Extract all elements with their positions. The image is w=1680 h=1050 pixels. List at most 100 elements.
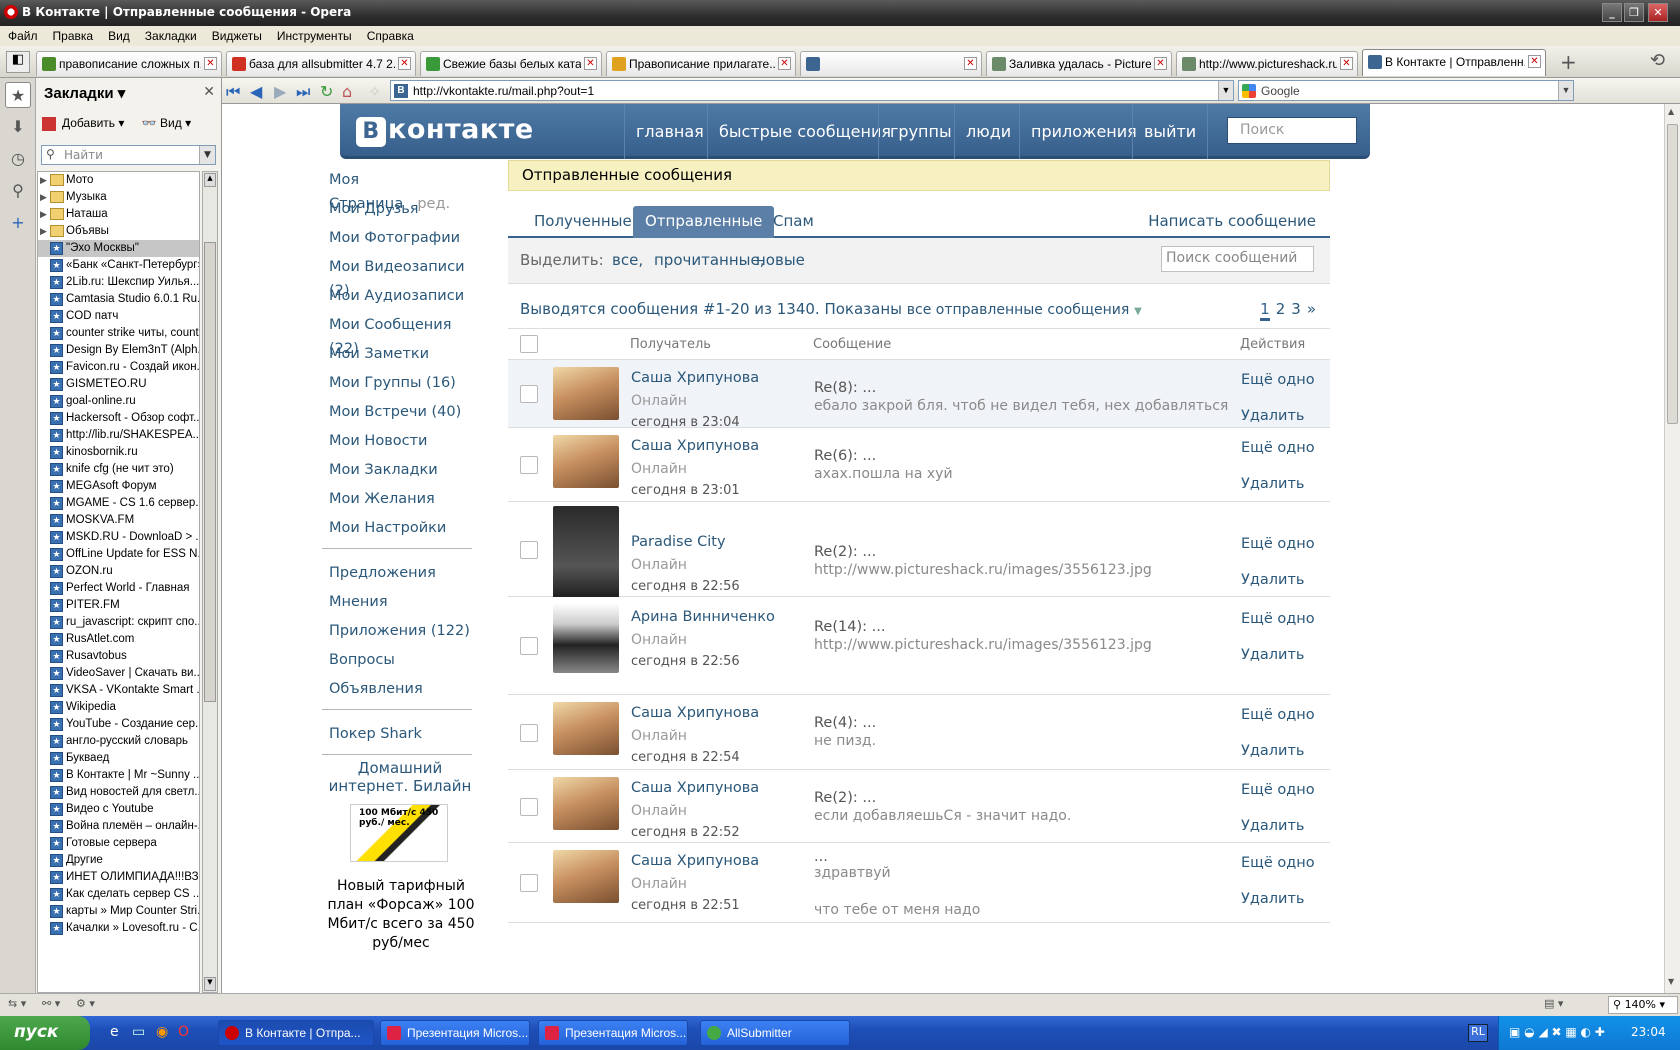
recipient-name[interactable]: Саша Хрипунова bbox=[631, 438, 759, 454]
search-engine-field[interactable]: Google ▼ bbox=[1238, 80, 1574, 101]
bookmark-item[interactable]: ★ YouTube - Создание сер... bbox=[38, 716, 199, 733]
bookmark-item[interactable]: ★ ИНЕТ ОЛИМПИАДА!!!ВЗ... bbox=[38, 869, 199, 886]
another-message-link[interactable]: Ещё одно bbox=[1241, 440, 1315, 456]
scroll-down-arrow[interactable]: ▼ bbox=[204, 977, 216, 991]
browser-tab[interactable]: В Контакте | Отправленн... ✕ bbox=[1362, 49, 1546, 76]
edit-link[interactable]: ред. bbox=[417, 196, 450, 212]
expand-arrow-icon[interactable]: ▶ bbox=[40, 206, 47, 223]
bookmark-item[interactable]: ★ goal-online.ru bbox=[38, 393, 199, 410]
bookmark-item[interactable]: ★ COD патч bbox=[38, 308, 199, 325]
scroll-down-arrow[interactable]: ▼ bbox=[1668, 977, 1674, 986]
delete-link[interactable]: Удалить bbox=[1241, 818, 1304, 834]
bookmark-item[interactable]: ★ http://lib.ru/SHAKESPEA... bbox=[38, 427, 199, 444]
close-tab-icon[interactable]: ✕ bbox=[584, 57, 597, 70]
menu-edit[interactable]: Правка bbox=[45, 26, 101, 43]
ad-title[interactable]: Домашний интернет. Билайн bbox=[322, 759, 478, 795]
bookmark-item[interactable]: ★ knife cfg (не чит это) bbox=[38, 461, 199, 478]
scroll-up-arrow[interactable]: ▲ bbox=[204, 173, 216, 187]
settings-icon[interactable]: ⚙ ▾ bbox=[76, 997, 95, 1010]
bookmark-item[interactable]: ★ Букваед bbox=[38, 750, 199, 767]
left-menu-item[interactable]: Мои Друзья bbox=[329, 197, 479, 226]
table-row[interactable]: Саша Хрипунова Онлайн сегодня в 23:01 Re(6)… bbox=[508, 428, 1330, 502]
left-menu-item[interactable]: Мои Новости bbox=[329, 429, 479, 458]
bookmark-item[interactable]: ★ Видео с Youtube bbox=[38, 801, 199, 818]
recipient-name[interactable]: Саша Хрипунова bbox=[631, 780, 759, 796]
view-mode-icon[interactable]: ▤ ▾ bbox=[1544, 997, 1563, 1010]
browser-tab[interactable]: правописание сложных п... ✕ bbox=[36, 51, 222, 76]
close-button[interactable]: ✕ bbox=[1648, 3, 1668, 22]
message-body-line2[interactable]: что тебе от меня надо bbox=[814, 902, 980, 918]
row-checkbox[interactable] bbox=[520, 637, 538, 655]
bookmark-item[interactable]: ★ «Банк «Санкт-Петербург» bbox=[38, 257, 199, 274]
close-icon[interactable]: ✕ bbox=[203, 84, 215, 100]
left-menu-item[interactable]: Моя Страница ред. bbox=[329, 168, 479, 212]
bookmark-item[interactable]: ★ Camtasia Studio 6.0.1 Ru... bbox=[38, 291, 199, 308]
message-subject[interactable]: Re(2): ... bbox=[814, 544, 876, 560]
bookmark-item[interactable]: ★ counter strike читы, count... bbox=[38, 325, 199, 342]
filter-new-link[interactable]: новые bbox=[756, 251, 805, 269]
message-subject[interactable]: Re(2): ... bbox=[814, 790, 876, 806]
bookmark-item[interactable]: ★ MOSKVA.FM bbox=[38, 512, 199, 529]
bookmarks-scrollbar[interactable]: ▲ ▼ bbox=[202, 171, 218, 993]
avatar[interactable] bbox=[553, 506, 619, 606]
fast-forward-icon[interactable]: ⏭ bbox=[296, 82, 310, 102]
bookmark-item[interactable]: ★ Rusavtobus bbox=[38, 648, 199, 665]
nav-people[interactable]: люди bbox=[954, 104, 1022, 159]
another-message-link[interactable]: Ещё одно bbox=[1241, 611, 1315, 627]
bookmark-item[interactable]: ★ OffLine Update for ESS N... bbox=[38, 546, 199, 563]
bookmark-item[interactable]: ★ Favicon.ru - Создай икон... bbox=[38, 359, 199, 376]
select-all-checkbox[interactable] bbox=[520, 335, 538, 353]
task-allsubmitter[interactable]: AllSubmitter bbox=[700, 1020, 850, 1046]
back-icon[interactable]: ◀ bbox=[250, 82, 262, 101]
avatar[interactable] bbox=[553, 435, 619, 488]
message-subject[interactable]: Re(14): ... bbox=[814, 619, 885, 635]
another-message-link[interactable]: Ещё одно bbox=[1241, 372, 1315, 388]
filter-all-link[interactable]: все, bbox=[612, 251, 643, 269]
another-message-link[interactable]: Ещё одно bbox=[1241, 707, 1315, 723]
page-1[interactable]: 1 bbox=[1260, 300, 1270, 321]
message-search-input[interactable]: Поиск сообщений bbox=[1161, 246, 1314, 272]
chevron-down-icon[interactable]: ▼ bbox=[1558, 81, 1573, 100]
message-body[interactable]: http://www.pictureshack.ru/images/355612… bbox=[814, 562, 1152, 578]
table-row[interactable]: Арина Винниченко Онлайн сегодня в 22:56 Re(… bbox=[508, 597, 1330, 695]
bookmark-item[interactable]: ★ карты » Мир Counter Stri... bbox=[38, 903, 199, 920]
message-subject[interactable]: Re(6): ... bbox=[814, 448, 876, 464]
traffic-icon[interactable]: ⇆ ▾ bbox=[8, 997, 26, 1010]
counter-filter-dropdown[interactable]: все отправленные сообщения bbox=[907, 302, 1130, 318]
left-menu-item[interactable]: Мои Аудиозаписи bbox=[329, 284, 479, 313]
view-button[interactable]: Вид bbox=[160, 116, 182, 130]
bookmark-item[interactable]: ★ Wikipedia bbox=[38, 699, 199, 716]
task-powerpoint-1[interactable]: Презентация Micros... bbox=[380, 1020, 530, 1046]
message-body[interactable]: ахах.пошла на хуй bbox=[814, 466, 953, 482]
network-icon[interactable]: ⚯ ▾ bbox=[42, 997, 60, 1010]
avatar[interactable] bbox=[553, 367, 619, 420]
bookmark-item[interactable]: ★ Война племён – онлайн-... bbox=[38, 818, 199, 835]
add-panel-icon[interactable]: + bbox=[5, 210, 31, 236]
delete-link[interactable]: Удалить bbox=[1241, 476, 1304, 492]
row-checkbox[interactable] bbox=[520, 385, 538, 403]
close-tab-icon[interactable]: ✕ bbox=[1528, 55, 1541, 68]
browser-tab[interactable]: Заливка удалась - Picture... ✕ bbox=[986, 51, 1172, 76]
chevron-down-icon[interactable]: ▼ bbox=[1134, 306, 1142, 317]
browser-tab[interactable]: база для allsubmitter 4.7 2... ✕ bbox=[226, 51, 416, 76]
bookmark-item[interactable]: ★ Другие bbox=[38, 852, 199, 869]
downloads-panel-icon[interactable]: ⬇ bbox=[5, 114, 31, 140]
left-menu-item[interactable]: Покер Shark bbox=[329, 722, 479, 751]
menu-help[interactable]: Справка bbox=[359, 26, 421, 43]
new-tab-button[interactable]: + bbox=[1560, 50, 1577, 74]
bookmark-folder[interactable]: ▶ Наташа bbox=[38, 206, 199, 223]
panel-toggle-button[interactable]: ◧ bbox=[6, 51, 30, 73]
reload-icon[interactable]: ↻ bbox=[320, 82, 333, 101]
recipient-name[interactable]: Paradise City bbox=[631, 534, 726, 550]
recipient-name[interactable]: Арина Винниченко bbox=[631, 609, 775, 625]
ad-image[interactable]: 100 Мбит/с 450 руб./ мес. bbox=[350, 804, 448, 862]
browser-tab[interactable]: Свежие базы белых ката... ✕ bbox=[420, 51, 602, 76]
left-menu-item[interactable]: Мои Группы (16) bbox=[329, 371, 479, 400]
bookmark-item[interactable]: ★ RusAtlet.com bbox=[38, 631, 199, 648]
forward-icon[interactable]: ▶ bbox=[274, 82, 286, 101]
expand-arrow-icon[interactable]: ▶ bbox=[40, 223, 47, 240]
bookmark-item[interactable]: ★ англо-русский словарь bbox=[38, 733, 199, 750]
left-menu-item[interactable]: Мои Настройки bbox=[329, 516, 479, 545]
task-powerpoint-2[interactable]: Презентация Micros... bbox=[538, 1020, 688, 1046]
filter-read-link[interactable]: прочитанные, bbox=[654, 251, 765, 269]
